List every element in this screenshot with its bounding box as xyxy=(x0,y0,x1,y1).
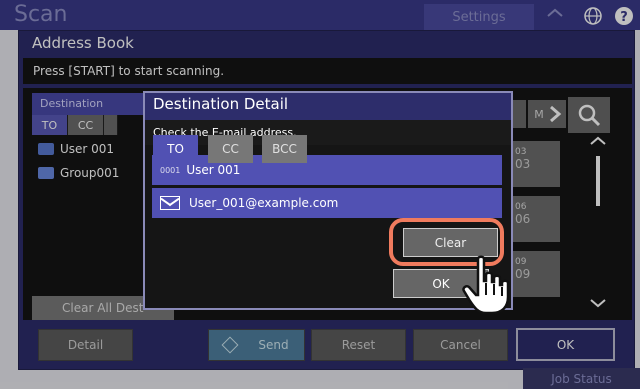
type-bcc-button[interactable]: BCC xyxy=(262,135,307,163)
clear-button[interactable]: Clear xyxy=(403,228,498,257)
stage: Scan Settings ? Address Book Press [STAR… xyxy=(0,0,640,389)
dialog-title: Destination Detail xyxy=(153,95,289,113)
dialog-message: Check the E-mail address. xyxy=(145,120,511,145)
hand-pointer-icon xyxy=(462,255,510,315)
email-address: User_001@example.com xyxy=(189,196,339,210)
user-number: 0001 xyxy=(160,165,181,175)
type-to-button[interactable]: TO xyxy=(153,135,198,163)
user-name-field[interactable]: 0001 User 001 xyxy=(152,155,502,185)
envelope-icon xyxy=(160,196,180,210)
user-name: User 001 xyxy=(186,163,241,177)
type-cc-button[interactable]: CC xyxy=(208,135,253,163)
email-field[interactable]: User_001@example.com xyxy=(152,188,502,218)
